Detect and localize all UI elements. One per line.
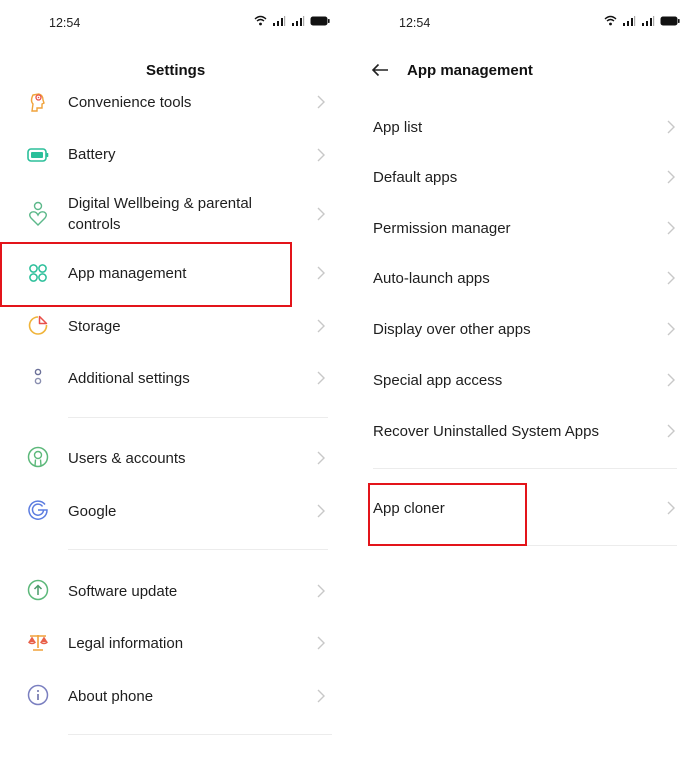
section-divider: [527, 545, 677, 546]
settings-item-battery[interactable]: Battery: [0, 142, 350, 168]
battery-icon: [26, 143, 50, 167]
signal-icon: [273, 15, 286, 26]
page-title: App management: [407, 62, 533, 79]
wifi-icon: [604, 15, 617, 26]
item-label: Default apps: [373, 169, 458, 186]
app-management-item-permission-manager[interactable]: Permission manager: [350, 215, 700, 241]
app-management-item-recover-uninstalled-system-apps[interactable]: Recover Uninstalled System Apps: [350, 418, 700, 444]
item-label: App cloner: [373, 500, 445, 517]
app-management-icon: [26, 261, 50, 285]
wifi-icon: [254, 15, 267, 26]
settings-item-storage[interactable]: Storage: [0, 313, 350, 339]
chevron-right-icon: [667, 170, 675, 184]
additional-settings-icon: [26, 365, 50, 389]
app-management-item-default-apps[interactable]: Default apps: [350, 164, 700, 190]
item-label: Storage: [68, 318, 121, 335]
item-label: Users & accounts: [68, 450, 186, 467]
item-label: Google: [68, 503, 117, 520]
signal-icon: [642, 15, 655, 26]
battery-icon: [660, 16, 680, 25]
item-label: Display over other apps: [373, 321, 531, 338]
signal-icon: [292, 15, 305, 26]
item-label: Convenience tools: [68, 94, 192, 111]
chevron-right-icon: [317, 689, 325, 703]
app-management-item-app-list[interactable]: App list: [350, 114, 700, 140]
convenience-tools-icon: [26, 90, 50, 114]
item-label: Auto-launch apps: [373, 270, 490, 287]
item-label: App list: [373, 119, 423, 136]
settings-item-app-management[interactable]: App management: [0, 260, 350, 286]
chevron-right-icon: [317, 207, 325, 221]
item-label: Recover Uninstalled System Apps: [373, 423, 599, 440]
settings-item-legal-information[interactable]: Legal information: [0, 630, 350, 656]
section-divider: [68, 549, 328, 550]
status-time: 12:54: [399, 16, 431, 30]
chevron-right-icon: [317, 504, 325, 518]
item-label: Software update: [68, 583, 178, 600]
settings-screen: 12:54 Settings Convenience tools Battery…: [0, 0, 350, 778]
item-label-line2: controls: [68, 216, 121, 233]
back-arrow-icon[interactable]: [371, 63, 389, 77]
item-label: Permission manager: [373, 220, 511, 237]
chevron-right-icon: [317, 319, 325, 333]
item-label: Battery: [68, 146, 116, 163]
item-label: Special app access: [373, 372, 503, 389]
chevron-right-icon: [317, 148, 325, 162]
settings-item-software-update[interactable]: Software update: [0, 578, 350, 604]
chevron-right-icon: [317, 451, 325, 465]
item-label: App management: [68, 265, 187, 282]
chevron-right-icon: [667, 373, 675, 387]
status-icons: [254, 15, 330, 26]
users-accounts-icon: [26, 445, 50, 469]
storage-icon: [26, 313, 50, 337]
settings-item-about-phone[interactable]: About phone: [0, 683, 350, 709]
app-management-item-app-cloner[interactable]: App cloner: [350, 495, 700, 521]
item-label: Legal information: [68, 635, 184, 652]
status-time: 12:54: [49, 16, 81, 30]
settings-item-additional-settings[interactable]: Additional settings: [0, 365, 350, 391]
settings-item-google[interactable]: Google: [0, 498, 350, 524]
legal-information-icon: [26, 630, 50, 654]
chevron-right-icon: [667, 120, 675, 134]
app-management-screen: 12:54 App management App list Default ap…: [350, 0, 700, 778]
item-label: Additional settings: [68, 370, 190, 387]
settings-item-digital-wellbeing[interactable]: Digital Wellbeing & parental controls: [0, 192, 350, 236]
section-divider: [68, 734, 332, 735]
google-icon: [26, 498, 50, 522]
chevron-right-icon: [317, 371, 325, 385]
status-icons: [604, 15, 680, 26]
settings-item-users-accounts[interactable]: Users & accounts: [0, 445, 350, 471]
app-management-item-special-app-access[interactable]: Special app access: [350, 367, 700, 393]
section-divider: [373, 468, 677, 469]
chevron-right-icon: [667, 501, 675, 515]
chevron-right-icon: [667, 424, 675, 438]
chevron-right-icon: [667, 271, 675, 285]
wellbeing-icon: [26, 201, 50, 226]
section-divider: [68, 417, 328, 418]
item-label: About phone: [68, 688, 154, 705]
chevron-right-icon: [317, 266, 325, 280]
chevron-right-icon: [317, 584, 325, 598]
chevron-right-icon: [317, 95, 325, 109]
item-label-line1: Digital Wellbeing & parental: [68, 195, 252, 212]
battery-icon: [310, 16, 330, 25]
chevron-right-icon: [667, 221, 675, 235]
settings-item-convenience-tools[interactable]: Convenience tools: [0, 90, 350, 114]
app-management-item-display-over-other-apps[interactable]: Display over other apps: [350, 316, 700, 342]
about-phone-icon: [26, 683, 50, 707]
page-title: Settings: [146, 62, 206, 79]
chevron-right-icon: [667, 322, 675, 336]
software-update-icon: [26, 578, 50, 602]
app-management-item-auto-launch-apps[interactable]: Auto-launch apps: [350, 265, 700, 291]
signal-icon: [623, 15, 636, 26]
chevron-right-icon: [317, 636, 325, 650]
